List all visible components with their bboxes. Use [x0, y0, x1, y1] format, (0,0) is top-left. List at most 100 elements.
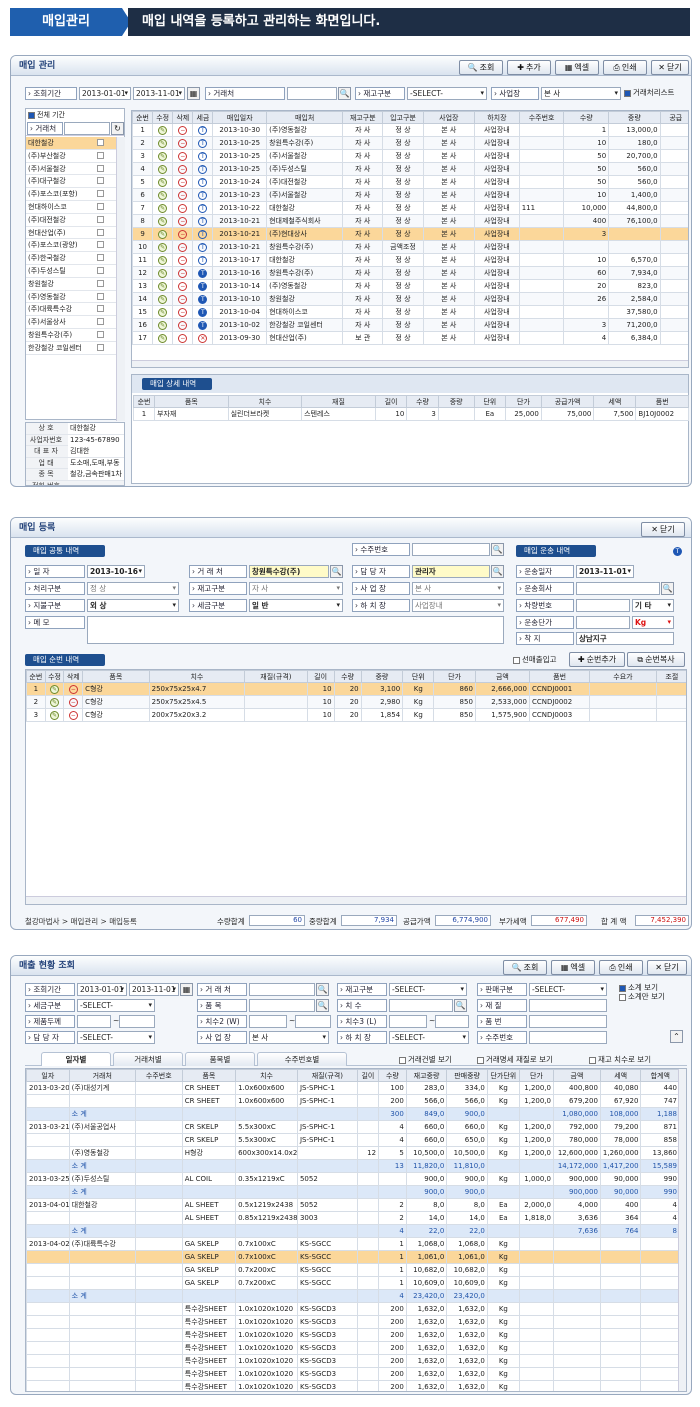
process-type-select[interactable]: 정 상 — [87, 582, 179, 595]
delete-icon[interactable]: − — [178, 320, 188, 330]
tab-by-vendor[interactable]: 거래처별 — [113, 1052, 183, 1066]
size-l-to-input[interactable] — [435, 1015, 469, 1028]
memo-textarea[interactable] — [87, 616, 504, 644]
car-no-input[interactable] — [576, 599, 630, 612]
tax-cell[interactable]: T — [192, 175, 214, 189]
delete-cell[interactable]: − — [172, 266, 194, 280]
manager-input[interactable]: 관리자 — [412, 565, 490, 578]
vendor-checkbox[interactable] — [97, 343, 104, 351]
edit-icon[interactable]: ✎ — [50, 697, 60, 707]
thickness-from-input[interactable] — [77, 1015, 111, 1028]
edit-icon[interactable]: ✎ — [158, 216, 168, 226]
column-header[interactable]: 판매중량 — [446, 1069, 488, 1082]
tab-by-order[interactable]: 수주번호별 — [257, 1052, 347, 1066]
edit-cell[interactable]: ✎ — [152, 305, 174, 319]
edit-cell[interactable]: ✎ — [152, 331, 174, 345]
destination-input[interactable]: 상남지구 — [576, 632, 674, 645]
delete-cell[interactable]: − — [172, 253, 194, 267]
edit-cell[interactable]: ✎ — [152, 123, 174, 137]
table-row[interactable]: 특수강SHEET 1.0x1020x1020 KS-SGCD3 200 1,632,0 1… — [26, 1367, 680, 1381]
subtotal-row[interactable]: 소 계 4 22,0 22,0 7,636 764 8 — [26, 1224, 680, 1238]
delete-cell[interactable]: − — [172, 305, 194, 319]
tax-cell[interactable]: T — [192, 279, 214, 293]
edit-cell[interactable]: ✎ — [152, 162, 174, 176]
edit-cell[interactable]: ✎ — [152, 136, 174, 150]
edit-cell[interactable]: ✎ — [152, 292, 174, 306]
tax-cell[interactable]: T — [192, 266, 214, 280]
table-row[interactable]: 8 ✎ − T 2013-10-21 현대제철주식회사 자 사정 상본 사 사업장내 400 76… — [132, 214, 688, 228]
tax-invoice-icon[interactable]: T — [198, 177, 208, 187]
subtotal-row[interactable]: 소 계 4 23,420,0 23,420,0 — [26, 1289, 680, 1303]
table-row[interactable]: 14 ✎ − T 2013-10-10 창원철강 자 사정 상본 사 사업장내 26 2,584,… — [132, 292, 688, 306]
vendor-checkbox[interactable] — [97, 228, 104, 236]
vendor-list-item[interactable]: (주)서울철강 — [26, 162, 116, 176]
delete-icon[interactable]: − — [178, 255, 188, 265]
column-header[interactable]: 재질(규격) — [296, 1069, 358, 1082]
close-button[interactable]: ✕ 닫기 — [641, 522, 685, 537]
table-row[interactable]: 2013-03-25 (주)두성스틸 AL COIL 0.35x1219xC 5052 9… — [26, 1172, 680, 1186]
vendor-search-icon[interactable]: 🔍 — [338, 87, 351, 100]
delete-cell[interactable]: − — [63, 695, 84, 709]
table-row[interactable]: GA SKELP 0.7x200xC KS-SGCC 1 10,609,0 10,609,… — [26, 1276, 680, 1290]
table-row[interactable]: 2013-03-21 (주)서울공업사 CR SKELP 5.5x300xC JS-SP… — [26, 1120, 680, 1134]
edit-cell[interactable]: ✎ — [152, 240, 174, 254]
item-search-icon[interactable]: 🔍 — [316, 999, 329, 1012]
column-header[interactable]: 수요가 — [589, 670, 657, 683]
column-header[interactable]: 일자 — [26, 1069, 70, 1082]
ship-price-input[interactable] — [576, 616, 630, 629]
table-row[interactable]: 16 ✎ − T 2013-10-02 한강철강 코일센터 자 사정 상본 사 사업장내 3 71… — [132, 318, 688, 332]
table-row[interactable]: 2013-03-20 (주)대성기계 CR SHEET 1.0x600x600 JS-S… — [26, 1081, 680, 1095]
vendor-list-item[interactable]: 현대산업(주) — [26, 226, 116, 240]
subtotal-row[interactable]: 소 계 13 11,820,0 11,810,0 14,172,000 1,417,200… — [26, 1159, 680, 1173]
table-row[interactable]: 2 ✎ − C형강 250x75x25x4.5 10 20 2,980 Kg 850 2,533,0… — [26, 695, 686, 709]
delete-icon[interactable]: − — [178, 125, 188, 135]
view-by-size-checkbox[interactable]: 재고 치수로 보기 — [589, 1054, 687, 1067]
column-header[interactable]: 사업장 — [422, 111, 476, 124]
column-header[interactable]: 재고구분 — [342, 111, 384, 124]
order-search-icon[interactable]: 🔍 — [491, 543, 504, 556]
column-header[interactable]: 품번 — [528, 670, 591, 683]
column-header[interactable]: 단위 — [473, 395, 507, 408]
column-header[interactable]: 치수 — [148, 670, 246, 683]
print-button[interactable]: ⎙ 인쇄 — [603, 60, 647, 75]
column-header[interactable]: 순번 — [132, 395, 156, 408]
delete-cell[interactable]: − — [172, 214, 194, 228]
date-to-input[interactable]: 2013-11-01 — [129, 983, 179, 996]
column-header[interactable]: 치수 — [227, 395, 303, 408]
edit-cell[interactable]: ✎ — [152, 279, 174, 293]
tax-invoice-icon[interactable]: T — [198, 268, 208, 278]
print-button[interactable]: ⎙ 인쇄 — [599, 960, 643, 975]
tax-invoice-icon[interactable]: T — [198, 151, 208, 161]
edit-cell[interactable]: ✎ — [44, 682, 65, 696]
manager-select[interactable]: -SELECT- — [77, 1031, 155, 1044]
table-row[interactable]: 2013-04-01 대한철강 AL SHEET 0.5x1219x2438 5052 2… — [26, 1198, 680, 1212]
vendor-list-item[interactable]: 창원철강 — [26, 277, 116, 291]
column-header[interactable]: 조절 — [655, 670, 686, 683]
vendor-list-item[interactable]: (주)포스코(광양) — [26, 239, 116, 253]
tax-cell[interactable]: ✕ — [192, 331, 214, 345]
delete-icon[interactable]: − — [178, 203, 188, 213]
table-row[interactable]: 12 ✎ − T 2013-10-16 창원특수강(주) 자 사정 상본 사 사업장내 60 7,… — [132, 266, 688, 280]
table-row[interactable]: 특수강SHEET 1.0x1020x1020 KS-SGCD3 200 1,632,0 1… — [26, 1328, 680, 1342]
edit-cell[interactable]: ✎ — [44, 708, 65, 722]
column-header[interactable]: 품번 — [635, 395, 689, 408]
vendor-checkbox[interactable] — [97, 305, 104, 313]
vendor-checkbox[interactable] — [97, 279, 104, 287]
column-header[interactable]: 공급 — [659, 111, 688, 124]
tab-by-item[interactable]: 품목별 — [185, 1052, 255, 1066]
table-row[interactable]: 특수강SHEET 1.0x1020x1020 KS-SGCD3 200 1,632,0 1… — [26, 1315, 680, 1329]
delete-cell[interactable]: − — [172, 331, 194, 345]
delete-icon[interactable]: − — [178, 294, 188, 304]
grid-hscrollbar[interactable] — [132, 360, 688, 367]
column-header[interactable]: 세액 — [593, 395, 637, 408]
size-l-from-input[interactable] — [389, 1015, 427, 1028]
item-input[interactable] — [249, 999, 315, 1012]
delete-cell[interactable]: − — [172, 292, 194, 306]
ship-company-search-icon[interactable]: 🔍 — [661, 582, 674, 595]
table-row[interactable]: AL SHEET 0.85x1219x2438 3003 2 14,0 14,0 Ea 1,8… — [26, 1211, 680, 1225]
tax-cell[interactable]: T — [192, 292, 214, 306]
edit-icon[interactable]: ✎ — [158, 333, 168, 343]
delete-cell[interactable]: − — [63, 682, 84, 696]
column-header[interactable]: 순번 — [132, 111, 154, 124]
vendor-list-item[interactable]: 한강철강 코일센터 — [26, 341, 116, 355]
